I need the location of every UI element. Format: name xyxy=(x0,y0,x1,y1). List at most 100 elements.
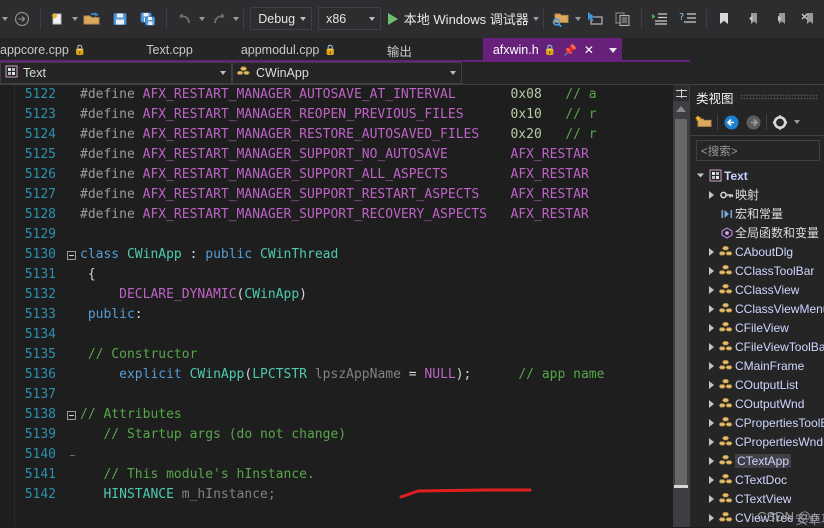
fold-toggle[interactable] xyxy=(62,411,80,420)
tree-item-cpropertiestoolbar[interactable]: CPropertiesToolBar xyxy=(690,413,824,432)
chevron-down-icon[interactable] xyxy=(791,109,802,135)
chevron-down-icon[interactable] xyxy=(295,17,311,21)
gear-icon[interactable] xyxy=(769,111,791,133)
increase-indent-icon[interactable] xyxy=(646,6,674,32)
tree-item-cfileviewtoolbar[interactable]: CFileViewToolBar xyxy=(690,337,824,356)
tree-item-global-functions[interactable]: 全局函数和变量 xyxy=(690,223,824,242)
class-view-tree[interactable]: Text 映射 xyxy=(690,164,824,527)
redo-icon[interactable] xyxy=(205,6,233,32)
panel-drag-dots[interactable] xyxy=(740,94,818,100)
tree-item-cclasstoolbar[interactable]: CClassToolBar xyxy=(690,261,824,280)
code-line[interactable]: 5139 // Startup args (do not change) xyxy=(0,425,689,445)
tree-item-coutputwnd[interactable]: COutputWnd xyxy=(690,394,824,413)
code-line[interactable]: 5122 #define AFX_RESTART_MANAGER_AUTOSAV… xyxy=(0,85,689,105)
tree-item-cmainframe[interactable]: CMainFrame xyxy=(690,356,824,375)
expander-collapsed-icon[interactable] xyxy=(705,305,718,313)
expander-collapsed-icon[interactable] xyxy=(705,419,718,427)
code-line[interactable]: 5138 // Attributes xyxy=(0,405,689,425)
tree-item-cpropertieswnd[interactable]: CPropertiesWnd xyxy=(690,432,824,451)
chevron-down-icon[interactable] xyxy=(445,71,461,75)
tree-item-ctextapp[interactable]: CTextApp xyxy=(690,451,824,470)
platform-dropdown[interactable]: x86 xyxy=(318,7,381,30)
project-scope-dropdown[interactable]: Text xyxy=(0,62,232,84)
code-line[interactable]: 5133 public: xyxy=(0,305,689,325)
save-all-icon[interactable] xyxy=(134,6,162,32)
tree-item-cclassviewmenubutton[interactable]: CClassViewMenuButton xyxy=(690,299,824,318)
code-line[interactable]: 5135 // Constructor xyxy=(0,345,689,365)
tab-appcore-cpp[interactable]: appcore.cpp 🔒 xyxy=(0,38,96,62)
code-text-area[interactable]: 5122 #define AFX_RESTART_MANAGER_AUTOSAV… xyxy=(0,85,689,527)
collapse-icon[interactable] xyxy=(67,411,76,420)
tab-appmodul-cpp[interactable]: appmodul.cpp 🔒 xyxy=(231,38,347,62)
configuration-dropdown[interactable]: Debug xyxy=(250,7,312,30)
open-file-icon[interactable] xyxy=(78,6,106,32)
code-line[interactable]: 5125 #define AFX_RESTART_MANAGER_SUPPORT… xyxy=(0,145,689,165)
tab-overflow-icon[interactable] xyxy=(604,38,622,62)
pointer-select-icon[interactable] xyxy=(581,6,609,32)
tree-item-cfileview[interactable]: CFileView xyxy=(690,318,824,337)
code-line[interactable]: 5142 HINSTANCE m_hInstance; xyxy=(0,485,689,505)
find-in-files-icon[interactable] xyxy=(547,6,575,32)
expander-collapsed-icon[interactable] xyxy=(705,514,718,522)
expander-collapsed-icon[interactable] xyxy=(705,438,718,446)
split-view-icon[interactable] xyxy=(673,85,689,101)
expander-collapsed-icon[interactable] xyxy=(705,343,718,351)
code-line[interactable]: 5141 // This module's hInstance. xyxy=(0,465,689,485)
expander-collapsed-icon[interactable] xyxy=(705,476,718,484)
tree-item-cclassview[interactable]: CClassView xyxy=(690,280,824,299)
pin-icon[interactable]: 📌 xyxy=(563,44,577,57)
save-icon[interactable] xyxy=(106,6,134,32)
undo-icon[interactable] xyxy=(171,6,199,32)
expander-collapsed-icon[interactable] xyxy=(705,324,718,332)
code-line[interactable]: 5131 { xyxy=(0,265,689,285)
close-icon[interactable]: ✕ xyxy=(584,43,594,57)
forward-arrow-icon[interactable] xyxy=(742,111,764,133)
code-line[interactable]: 5132 DECLARE_DYNAMIC(CWinApp) xyxy=(0,285,689,305)
code-line[interactable]: 5137 xyxy=(0,385,689,405)
code-line-current[interactable]: 5140 xyxy=(0,445,689,465)
fold-toggle[interactable] xyxy=(62,251,80,260)
previous-bookmark-icon[interactable] xyxy=(738,6,766,32)
expander-collapsed-icon[interactable] xyxy=(705,248,718,256)
tree-item-caboutdlg[interactable]: CAboutDlg xyxy=(690,242,824,261)
tab-afxwin-h[interactable]: afxwin.h 🔒 📌 ✕ xyxy=(483,38,604,62)
next-bookmark-icon[interactable] xyxy=(766,6,794,32)
collapse-icon[interactable] xyxy=(67,251,76,260)
expander-collapsed-icon[interactable] xyxy=(705,381,718,389)
start-debugging-button[interactable]: 本地 Windows 调试器 xyxy=(384,6,533,32)
expander-collapsed-icon[interactable] xyxy=(705,267,718,275)
expander-collapsed-icon[interactable] xyxy=(705,457,718,465)
expander-collapsed-icon[interactable] xyxy=(705,495,718,503)
code-line[interactable]: 5136 explicit CWinApp(LPCTSTR lpszAppNam… xyxy=(0,365,689,385)
code-line[interactable]: 5128 #define AFX_RESTART_MANAGER_SUPPORT… xyxy=(0,205,689,225)
code-line[interactable]: 5123 #define AFX_RESTART_MANAGER_REOPEN_… xyxy=(0,105,689,125)
tree-item-text[interactable]: Text xyxy=(690,166,824,185)
code-line[interactable]: 5134 xyxy=(0,325,689,345)
expander-collapsed-icon[interactable] xyxy=(705,191,718,199)
tree-item-ctextdoc[interactable]: CTextDoc xyxy=(690,470,824,489)
back-arrow-icon[interactable] xyxy=(720,111,742,133)
new-folder-icon[interactable] xyxy=(693,111,715,133)
tree-item-macros-constants[interactable]: 宏和常量 xyxy=(690,204,824,223)
tree-item-ctextview[interactable]: CTextView xyxy=(690,489,824,508)
expander-collapsed-icon[interactable] xyxy=(705,286,718,294)
class-view-search-input[interactable]: <搜索> xyxy=(696,140,820,161)
code-line[interactable]: 5129 xyxy=(0,225,689,245)
tab-output[interactable]: 输出 xyxy=(377,38,422,62)
expander-collapsed-icon[interactable] xyxy=(705,400,718,408)
navigate-backward-icon[interactable] xyxy=(8,6,36,32)
code-line[interactable]: 5124 #define AFX_RESTART_MANAGER_RESTORE… xyxy=(0,125,689,145)
scrollbar-thumb[interactable] xyxy=(675,119,687,485)
clear-bookmarks-icon[interactable] xyxy=(794,6,822,32)
code-line[interactable]: 5126 #define AFX_RESTART_MANAGER_SUPPORT… xyxy=(0,165,689,185)
code-line[interactable]: 5130 class CWinApp : public CWinThread xyxy=(0,245,689,265)
copy-lines-icon[interactable] xyxy=(609,6,637,32)
editor-vertical-scrollbar[interactable] xyxy=(673,85,689,527)
bookmark-icon[interactable] xyxy=(710,6,738,32)
chevron-down-icon[interactable] xyxy=(215,71,231,75)
code-editor[interactable]: 5122 #define AFX_RESTART_MANAGER_AUTOSAV… xyxy=(0,85,689,527)
chevron-down-icon[interactable] xyxy=(364,17,380,21)
expander-expanded-icon[interactable] xyxy=(694,171,707,180)
code-line[interactable]: 5127 #define AFX_RESTART_MANAGER_SUPPORT… xyxy=(0,185,689,205)
tree-item-coutputlist[interactable]: COutputList xyxy=(690,375,824,394)
